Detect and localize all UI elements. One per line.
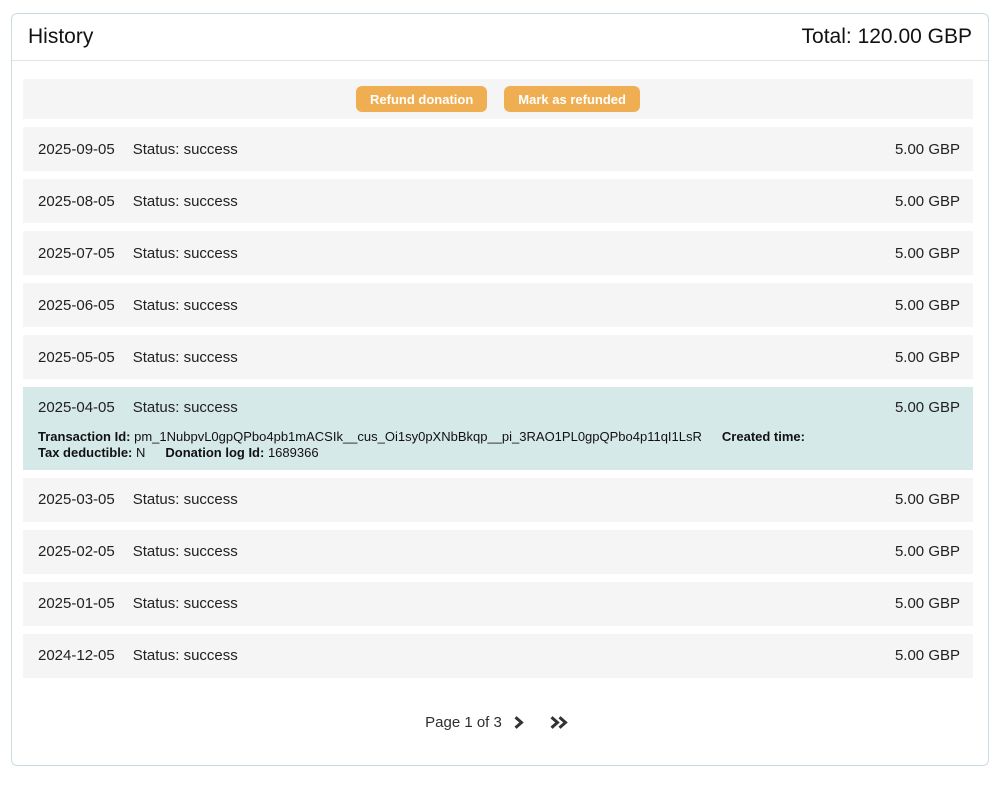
donation-row[interactable]: 2025-01-05 Status: success 5.00 GBP: [23, 582, 973, 626]
donation-row[interactable]: 2025-06-05 Status: success 5.00 GBP: [23, 283, 973, 327]
row-amount: 5.00 GBP: [895, 543, 960, 560]
history-panel: History Total: 120.00 GBP Refund donatio…: [11, 13, 989, 766]
total-amount: Total: 120.00 GBP: [802, 25, 972, 49]
next-page-button[interactable]: [510, 713, 527, 732]
last-page-button[interactable]: [547, 713, 571, 732]
donation-row-main: 2025-05-05 Status: success 5.00 GBP: [23, 335, 973, 379]
row-date: 2025-03-05: [38, 491, 115, 508]
row-amount: 5.00 GBP: [895, 491, 960, 508]
chevron-right-icon: [512, 715, 525, 730]
donation-log-id-field: Donation log Id: 1689366: [165, 445, 318, 460]
row-amount: 5.00 GBP: [895, 647, 960, 664]
donation-row[interactable]: 2024-12-05 Status: success 5.00 GBP: [23, 634, 973, 678]
donation-row[interactable]: 2025-03-05 Status: success 5.00 GBP: [23, 478, 973, 522]
row-date: 2025-01-05: [38, 595, 115, 612]
row-date: 2024-12-05: [38, 647, 115, 664]
toolbar: Refund donation Mark as refunded: [23, 79, 973, 119]
donation-row[interactable]: 2025-02-05 Status: success 5.00 GBP: [23, 530, 973, 574]
donation-row-main: 2025-03-05 Status: success 5.00 GBP: [23, 478, 973, 522]
donation-row[interactable]: 2025-05-05 Status: success 5.00 GBP: [23, 335, 973, 379]
transaction-id-value: pm_1NubpvL0gpQPbo4pb1mACSIk__cus_Oi1sy0p…: [134, 429, 702, 444]
transaction-id-label: Transaction Id:: [38, 429, 130, 444]
row-amount: 5.00 GBP: [895, 193, 960, 210]
donation-row-main: 2025-02-05 Status: success 5.00 GBP: [23, 530, 973, 574]
donation-row[interactable]: 2025-09-05 Status: success 5.00 GBP: [23, 127, 973, 171]
row-amount: 5.00 GBP: [895, 297, 960, 314]
row-date: 2025-05-05: [38, 349, 115, 366]
row-date: 2025-09-05: [38, 141, 115, 158]
row-status: Status: success: [133, 647, 238, 664]
row-date: 2025-07-05: [38, 245, 115, 262]
row-status: Status: success: [133, 399, 238, 416]
donation-row-main: 2025-07-05 Status: success 5.00 GBP: [23, 231, 973, 275]
created-time-label: Created time:: [722, 429, 805, 444]
donation-row-main: 2024-12-05 Status: success 5.00 GBP: [23, 634, 973, 678]
row-date: 2025-02-05: [38, 543, 115, 560]
pagination: Page 1 of 3: [23, 713, 973, 732]
row-amount: 5.00 GBP: [895, 595, 960, 612]
row-date: 2025-06-05: [38, 297, 115, 314]
row-status: Status: success: [133, 349, 238, 366]
pagination-label: Page 1 of 3: [425, 714, 502, 731]
row-date: 2025-04-05: [38, 399, 115, 416]
row-status: Status: success: [133, 543, 238, 560]
transaction-id-field: Transaction Id: pm_1NubpvL0gpQPbo4pb1mAC…: [38, 429, 702, 444]
row-amount: 5.00 GBP: [895, 141, 960, 158]
created-time-field: Created time:: [722, 429, 805, 444]
donation-row-main: 2025-06-05 Status: success 5.00 GBP: [23, 283, 973, 327]
row-status: Status: success: [133, 193, 238, 210]
row-status: Status: success: [133, 595, 238, 612]
donation-row-main: 2025-08-05 Status: success 5.00 GBP: [23, 179, 973, 223]
tax-deductible-field: Tax deductible: N: [38, 445, 145, 460]
row-amount: 5.00 GBP: [895, 399, 960, 416]
donation-row-main: 2025-09-05 Status: success 5.00 GBP: [23, 127, 973, 171]
donation-log-id-value: 1689366: [268, 445, 319, 460]
row-details: Transaction Id: pm_1NubpvL0gpQPbo4pb1mAC…: [23, 427, 973, 470]
donation-row[interactable]: 2025-08-05 Status: success 5.00 GBP: [23, 179, 973, 223]
donation-row[interactable]: 2025-07-05 Status: success 5.00 GBP: [23, 231, 973, 275]
row-amount: 5.00 GBP: [895, 349, 960, 366]
panel-body: Refund donation Mark as refunded 2025-09…: [12, 61, 988, 765]
refund-donation-button[interactable]: Refund donation: [356, 86, 487, 112]
detail-line-1: Transaction Id: pm_1NubpvL0gpQPbo4pb1mAC…: [38, 429, 960, 445]
donation-log-id-label: Donation log Id:: [165, 445, 264, 460]
panel-header: History Total: 120.00 GBP: [12, 14, 988, 61]
page-title: History: [28, 25, 93, 49]
tax-deductible-label: Tax deductible:: [38, 445, 132, 460]
row-date: 2025-08-05: [38, 193, 115, 210]
row-amount: 5.00 GBP: [895, 245, 960, 262]
mark-as-refunded-button[interactable]: Mark as refunded: [504, 86, 640, 112]
double-chevron-right-icon: [549, 715, 569, 730]
row-status: Status: success: [133, 491, 238, 508]
donation-row-main: 2025-04-05 Status: success 5.00 GBP: [23, 387, 973, 427]
tax-deductible-value: N: [136, 445, 145, 460]
row-status: Status: success: [133, 297, 238, 314]
row-status: Status: success: [133, 245, 238, 262]
detail-line-2: Tax deductible: N Donation log Id: 168936…: [38, 445, 960, 461]
donation-row-main: 2025-01-05 Status: success 5.00 GBP: [23, 582, 973, 626]
row-status: Status: success: [133, 141, 238, 158]
donation-list: 2025-09-05 Status: success 5.00 GBP 2025…: [23, 127, 973, 686]
donation-row[interactable]: 2025-04-05 Status: success 5.00 GBP Tran…: [23, 387, 973, 470]
